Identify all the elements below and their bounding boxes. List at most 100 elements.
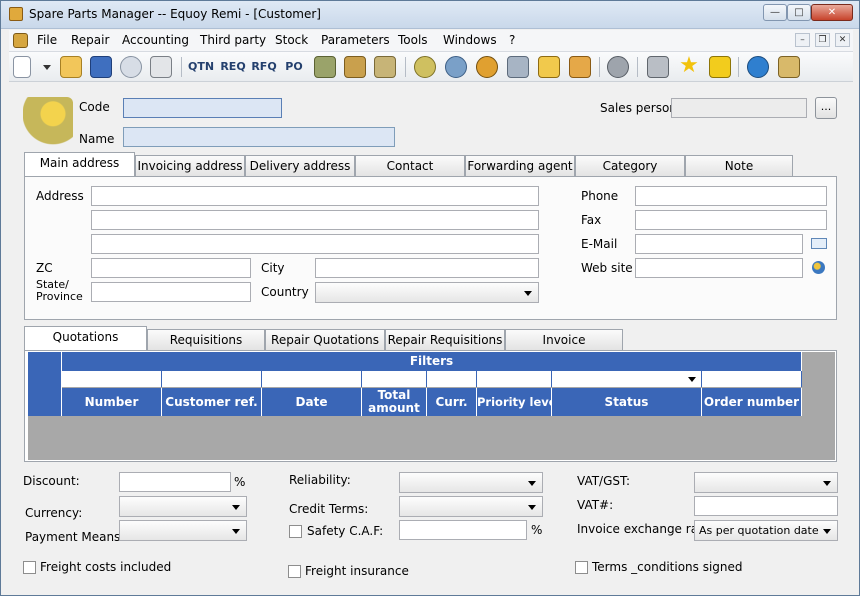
send-email-icon[interactable]: [811, 238, 827, 249]
tab-forwarding-agent[interactable]: Forwarding agent: [465, 155, 575, 176]
menu-tools[interactable]: Tools: [398, 33, 428, 47]
terms-conditions-checkbox[interactable]: [575, 561, 588, 574]
mdi-restore-button[interactable]: ❐: [815, 33, 830, 47]
vat-number-field[interactable]: [694, 496, 838, 516]
supplier-icon[interactable]: [445, 56, 467, 78]
country-select[interactable]: [315, 282, 539, 303]
menu-help[interactable]: ?: [509, 33, 515, 47]
column-currency[interactable]: Curr.: [427, 388, 477, 416]
new-dropdown-arrow-icon[interactable]: [43, 65, 51, 70]
sales-person-field[interactable]: [671, 98, 807, 118]
tab-requisitions[interactable]: Requisitions: [147, 329, 265, 350]
freight-costs-checkbox[interactable]: [23, 561, 36, 574]
close-button[interactable]: ✕: [811, 4, 853, 21]
rfq-button[interactable]: RFQ: [251, 56, 277, 78]
credit-terms-select[interactable]: [399, 496, 543, 517]
po-button[interactable]: PO: [283, 56, 305, 78]
filter-priority-level[interactable]: [477, 371, 552, 387]
column-total-amount[interactable]: Total amount: [362, 388, 427, 416]
column-number[interactable]: Number: [62, 388, 162, 416]
email-field[interactable]: [635, 234, 803, 254]
website-field[interactable]: [635, 258, 803, 278]
column-status[interactable]: Status: [552, 388, 702, 416]
menu-stock[interactable]: Stock: [275, 33, 308, 47]
vat-gst-select[interactable]: [694, 472, 838, 493]
payment-means-select[interactable]: [119, 520, 247, 541]
menu-parameters[interactable]: Parameters: [321, 33, 390, 47]
checklist-icon[interactable]: [374, 56, 396, 78]
tab-invoice[interactable]: Invoice: [505, 329, 623, 350]
state-province-field[interactable]: [91, 282, 251, 302]
tab-main-address[interactable]: Main address: [24, 152, 135, 176]
zc-field[interactable]: [91, 258, 251, 278]
tab-note[interactable]: Note: [685, 155, 793, 176]
tab-repair-quotations[interactable]: Repair Quotations: [265, 329, 385, 350]
currency-select[interactable]: [119, 496, 247, 517]
discount-field[interactable]: [119, 472, 231, 492]
parts-gear-icon[interactable]: [314, 56, 336, 78]
marker-icon[interactable]: [709, 56, 731, 78]
status-filter-chevron-down-icon[interactable]: [688, 377, 696, 382]
invoice-exchange-rate-select[interactable]: As per quotation date: [694, 520, 838, 541]
filter-currency[interactable]: [427, 371, 477, 387]
clipboard-icon[interactable]: [778, 56, 800, 78]
open-folder-icon[interactable]: [60, 56, 82, 78]
contact-person-icon[interactable]: [476, 56, 498, 78]
address-line-1-field[interactable]: [91, 186, 539, 206]
menu-accounting[interactable]: Accounting: [122, 33, 189, 47]
app-icon: [9, 7, 23, 21]
menu-repair[interactable]: Repair: [71, 33, 109, 47]
minimize-button[interactable]: —: [763, 4, 787, 21]
filter-total-amount[interactable]: [362, 371, 427, 387]
new-document-icon[interactable]: [13, 56, 31, 78]
column-priority-level[interactable]: Priority level: [477, 388, 552, 416]
settings-gear-icon[interactable]: [607, 56, 629, 78]
tab-repair-requisitions[interactable]: Repair Requisitions: [385, 329, 505, 350]
fax-field[interactable]: [635, 210, 827, 230]
sales-person-browse-button[interactable]: ...: [815, 97, 837, 119]
mdi-minimize-button[interactable]: –: [795, 33, 810, 47]
print-icon[interactable]: [150, 56, 172, 78]
save-icon[interactable]: [90, 56, 112, 78]
tab-category[interactable]: Category: [575, 155, 685, 176]
open-website-globe-icon[interactable]: [812, 261, 825, 274]
filter-number[interactable]: [62, 371, 162, 387]
name-field[interactable]: [123, 127, 395, 147]
tab-quotations[interactable]: Quotations: [24, 326, 147, 350]
freight-insurance-checkbox[interactable]: [288, 565, 301, 578]
globe-chart-icon[interactable]: [747, 56, 769, 78]
column-order-number[interactable]: Order number: [702, 388, 802, 416]
column-date[interactable]: Date: [262, 388, 362, 416]
mdi-close-button[interactable]: ✕: [835, 33, 850, 47]
column-customer-ref[interactable]: Customer ref.: [162, 388, 262, 416]
safety-caf-field[interactable]: [399, 520, 527, 540]
reliability-select[interactable]: [399, 472, 543, 493]
menu-file[interactable]: File: [37, 33, 57, 47]
menu-third-party[interactable]: Third party: [200, 33, 266, 47]
code-field[interactable]: [123, 98, 282, 118]
star-icon[interactable]: ★: [678, 55, 700, 78]
filter-order-number[interactable]: [702, 371, 802, 387]
safety-caf-checkbox[interactable]: [289, 525, 302, 538]
filter-status-select[interactable]: [552, 371, 702, 387]
tab-contact[interactable]: Contact: [355, 155, 465, 176]
filter-customer-ref[interactable]: [162, 371, 262, 387]
tab-invoicing-address[interactable]: Invoicing address: [135, 155, 245, 176]
address-line-3-field[interactable]: [91, 234, 539, 254]
address-line-2-field[interactable]: [91, 210, 539, 230]
filter-date[interactable]: [262, 371, 362, 387]
refresh-icon[interactable]: [120, 56, 142, 78]
boxes-icon[interactable]: [569, 56, 591, 78]
customer-icon[interactable]: [414, 56, 436, 78]
maximize-button[interactable]: □: [787, 4, 811, 21]
phone-field[interactable]: [635, 186, 827, 206]
qtn-button[interactable]: QTN: [187, 56, 215, 78]
req-button[interactable]: REQ: [220, 56, 246, 78]
home-icon[interactable]: [538, 56, 560, 78]
wrench-parts-icon[interactable]: [344, 56, 366, 78]
tab-delivery-address[interactable]: Delivery address: [245, 155, 355, 176]
menu-windows[interactable]: Windows: [443, 33, 497, 47]
calculator-icon[interactable]: [507, 56, 529, 78]
tools-icon[interactable]: [647, 56, 669, 78]
city-field[interactable]: [315, 258, 539, 278]
